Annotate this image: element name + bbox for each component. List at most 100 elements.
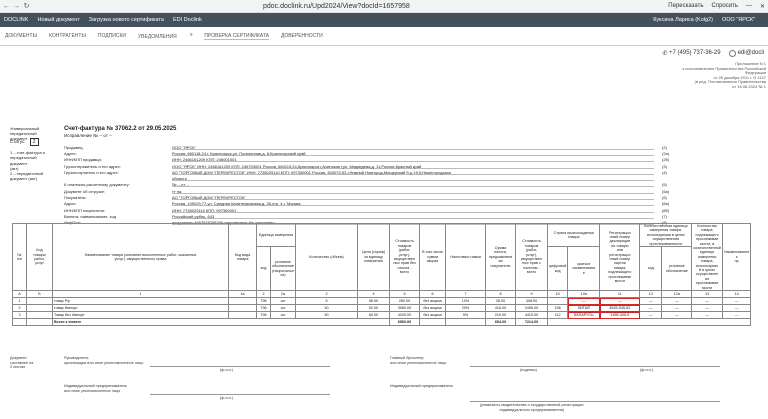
table-cell: —	[721, 297, 752, 306]
requisite-number: (5)	[662, 182, 667, 188]
column-number: 5	[389, 290, 420, 299]
requisite-value: область	[172, 176, 654, 182]
column-number: 7	[445, 290, 486, 299]
table-cell	[228, 304, 257, 313]
table-cell: 210.00	[485, 311, 516, 320]
signature-line	[150, 361, 330, 367]
table-row[interactable]: 1 товар Р/р 796 шт 5 56.00 280.00 без акциза 10%…	[12, 297, 752, 306]
user-menu[interactable]: Куксина Лариса (Kolg2)	[653, 17, 713, 23]
table-cell: шт	[270, 304, 296, 313]
table-cell: 3	[12, 311, 27, 320]
requisite-value: ООО "ЯРСК"	[172, 145, 654, 150]
total-tax: 654.00	[485, 318, 516, 327]
column-number: 10	[546, 290, 569, 299]
table-cell: —	[661, 304, 693, 313]
invoice-title: Счет-фактура № 37062.2 от 29.05.2025	[64, 126, 177, 132]
window-minimize-icon[interactable]: —	[746, 3, 752, 9]
nav-documents[interactable]: ДОКУМЕНТЫ	[5, 33, 37, 39]
table-cell: —	[639, 311, 663, 320]
requisite-value: ИНН: 7728029110 КПП: 997350001	[172, 208, 654, 213]
nav-subscriptions[interactable]: ПОДПИСКИ	[98, 33, 126, 39]
requisite-label: Грузополучатель и его адрес:	[64, 169, 119, 175]
extension-ask[interactable]: Спросить	[711, 3, 737, 9]
table-cell: товар Р/р	[52, 297, 229, 306]
table-cell	[26, 311, 53, 320]
app-header: DOCLINK Новый документ Загрузка нового с…	[0, 13, 768, 27]
status-value: 2	[29, 138, 39, 146]
table-cell: 796	[256, 311, 271, 320]
status-description: 1 – счет-фактура и передаточный документ…	[10, 150, 45, 182]
table-cell: 4410.00	[515, 311, 548, 320]
new-document-button[interactable]: Новый документ	[37, 17, 79, 23]
column-number: Б	[26, 290, 53, 299]
table-cell: 52.00	[357, 304, 390, 313]
address-bar[interactable]: pdoc.doclink.ru/Upd2024/View?docId=16579…	[263, 3, 410, 10]
requisite-value: № -- от --	[172, 182, 654, 188]
table-header-cell: код	[639, 246, 663, 292]
back-icon[interactable]: ←	[3, 3, 10, 10]
extension-retell[interactable]: Пересказать	[668, 3, 703, 9]
upload-certificate-button[interactable]: Загрузка нового сертификата	[89, 17, 164, 23]
requisite-number: (6а)	[662, 201, 670, 207]
edi-button[interactable]: EDI Doclink	[173, 17, 202, 23]
table-header-cell: код	[256, 246, 271, 292]
column-number: 12а	[661, 290, 693, 299]
table-row[interactable]: 2 товар Импорт 796 шт 40 52.00 3080.00 без акци…	[12, 304, 752, 313]
nav-notifications[interactable]: УВЕДОМЛЕНИЯ 9	[138, 32, 192, 41]
table-header-cell: Стоимость товаров (работ, услуг), имущес…	[389, 222, 420, 292]
org-selector[interactable]: ООО "ЯРСК"	[722, 17, 755, 23]
accountant-sign-caption: (подпись)	[520, 368, 537, 372]
table-header-cell: Стоимость товаров (работ, услуг), имущес…	[515, 222, 548, 292]
requisite-label: Документ об отгрузке:	[64, 188, 106, 194]
window-close-icon[interactable]: ✕	[760, 3, 765, 10]
requisite-number: (7)	[662, 213, 667, 219]
column-number: 2	[256, 290, 271, 299]
table-cell: 308.00	[515, 297, 548, 306]
requisite-value: АО "ТОРГОВЫЙ ДОМ "ПЕРЕКРЕСТОК"	[172, 195, 654, 201]
column-number: 11	[599, 290, 641, 299]
support-email[interactable]: edi@docli	[738, 50, 764, 56]
table-header-cell: Страна происхождения товара	[546, 222, 601, 248]
table-cell: —	[639, 304, 663, 313]
requisites-block: Продавец: ООО "ЯРСК" (2) Адрес: Россия, 6601…	[64, 144, 764, 226]
table-cell: —	[691, 311, 723, 320]
entrepreneur-fio-caption: (ф.и.о.)	[220, 396, 234, 400]
support-phone[interactable]: +7 (495) 737-36-29	[669, 50, 721, 56]
requisite-label: Продавец:	[64, 144, 84, 150]
table-header-cell: Цена (тариф) за единицу измерения	[357, 222, 390, 292]
requisite-number: (6б)	[662, 207, 670, 213]
total-label: Всего к оплате	[52, 318, 390, 327]
table-header-cell: Налоговая ставка	[445, 222, 486, 292]
nav-power-of-attorney[interactable]: ДОВЕРЕННОСТИ	[281, 33, 323, 39]
table-cell: 28.00	[485, 297, 516, 306]
column-number: 12	[639, 290, 663, 299]
nav-contractors[interactable]: КОНТРАГЕНТЫ	[49, 33, 86, 39]
requisite-number: (2б)	[662, 157, 670, 163]
total-row: Всего к оплате 6560.00 654.00 7214.00	[12, 318, 752, 327]
column-number: 14	[721, 290, 752, 299]
table-cell: 280.00	[389, 297, 420, 306]
column-number: 2а	[270, 290, 296, 299]
column-number: 10а	[567, 290, 601, 299]
column-number: 8	[485, 290, 516, 299]
requisite-label: Адрес:	[64, 201, 77, 207]
table-cell: 50	[295, 311, 358, 320]
column-number-row: А Б 1 1а 2 2а 3 4 5 6 7 8 9 10 10а 11 12 12а 13 14	[12, 290, 752, 299]
requisite-number: (4)	[662, 169, 667, 175]
brand-logo[interactable]: DOCLINK	[4, 17, 28, 23]
invoice-correction: Исправление № -- от --	[64, 133, 113, 138]
nav-cert-check[interactable]: ПРОВЕРКА СЕРТИФИКАТА	[204, 33, 269, 40]
column-number: 1	[52, 290, 229, 299]
column-number: 13	[691, 290, 723, 299]
table-cell: 40	[295, 304, 358, 313]
reload-icon[interactable]: ↻	[23, 2, 30, 10]
requisite-label: Покупатель:	[64, 195, 87, 201]
table-header-cell: Количество товара, подлежащего прослежив…	[691, 222, 723, 292]
requisite-number: (5а)	[662, 188, 670, 194]
requisite-value: Российский рубль, 643	[172, 214, 654, 219]
status-block: Статус: 2	[10, 138, 39, 146]
forward-icon[interactable]: →	[13, 3, 20, 10]
table-cell	[546, 297, 569, 306]
table-row[interactable]: 3 Товар без Импорт 796 шт 50 84.00 4200.00 без …	[12, 311, 752, 320]
requisite-number: (2а)	[662, 150, 670, 156]
